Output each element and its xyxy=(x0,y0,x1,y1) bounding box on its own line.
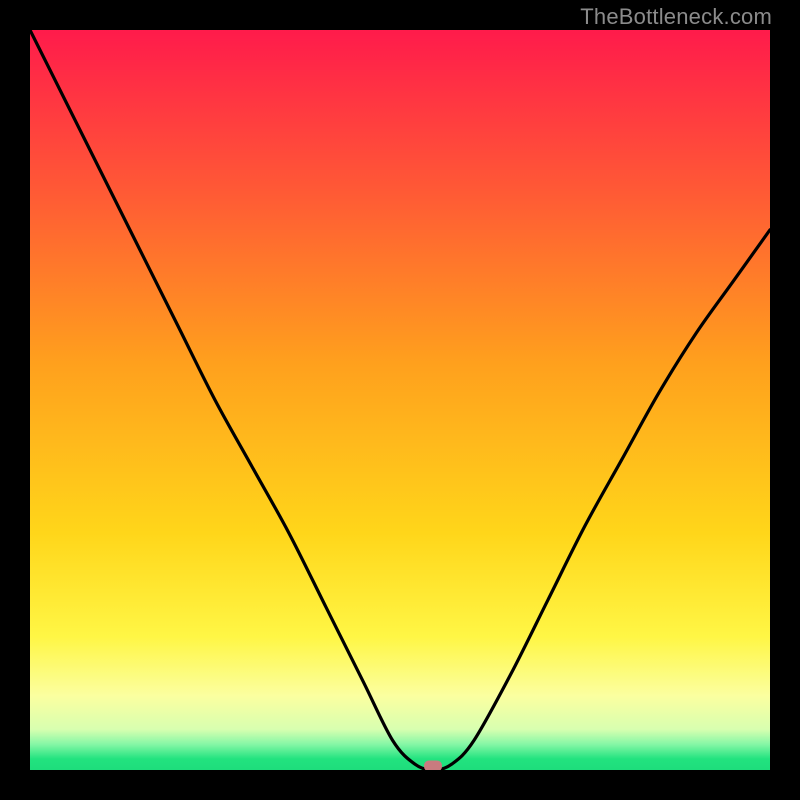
optimum-marker xyxy=(424,761,442,771)
watermark-text: TheBottleneck.com xyxy=(580,4,772,30)
plot-area xyxy=(30,30,770,770)
bottleneck-curve xyxy=(30,30,770,770)
chart-frame: TheBottleneck.com xyxy=(0,0,800,800)
